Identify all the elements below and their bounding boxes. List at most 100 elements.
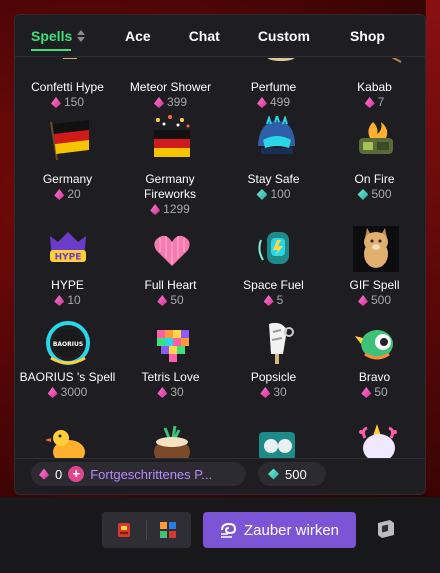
- wallet-bar: 0 + Fortgeschrittenes P... 500: [15, 458, 425, 494]
- spell-card[interactable]: Meteor Shower 399: [119, 80, 222, 112]
- gem-icon: [256, 189, 268, 200]
- upgrade-link[interactable]: Fortgeschrittenes P...: [90, 467, 212, 482]
- bits-icon: [260, 387, 271, 398]
- germany-fireworks-art: [150, 114, 194, 162]
- tab-ace[interactable]: Ace: [125, 15, 151, 57]
- spell-card[interactable]: Germany 20: [16, 172, 119, 204]
- spell-card[interactable]: Kabab 7: [323, 80, 425, 112]
- tetris-love-art: [151, 324, 193, 364]
- gif-spell-art: [353, 226, 399, 272]
- spell-price-value: 5: [276, 293, 284, 307]
- spell-price-value: 20: [67, 187, 81, 201]
- bits-icon: [39, 468, 49, 480]
- spell-card[interactable]: Stay Safe 100: [222, 172, 325, 204]
- full-heart-art: [152, 230, 192, 270]
- tab-bar: Spells Ace Chat Custom Shop: [15, 15, 425, 57]
- spell-price-value: 100: [270, 187, 291, 201]
- bits-icon: [256, 97, 267, 108]
- spell-price: 499: [256, 95, 290, 110]
- spell-card[interactable]: BAORIUS 's Spell 3000: [16, 370, 119, 402]
- popsicle-art: [259, 320, 299, 366]
- kabab-art: [375, 58, 405, 64]
- spell-card[interactable]: On Fire 500: [323, 172, 425, 204]
- spell-price-value: 500: [370, 293, 392, 307]
- spell-name: Germany: [42, 172, 93, 186]
- spell-card[interactable]: Perfume 499: [222, 80, 325, 112]
- bits-icon: [361, 387, 372, 398]
- spell-card[interactable]: Tetris Love 30: [119, 370, 222, 402]
- spell-price: 500: [357, 187, 392, 202]
- spell-name: Popsicle: [250, 370, 297, 384]
- spell-card[interactable]: Full Heart 50: [119, 278, 222, 310]
- bits-wallet[interactable]: 0 + Fortgeschrittenes P...: [31, 462, 246, 486]
- spell-card[interactable]: Germany Fireworks 1299: [133, 172, 207, 219]
- chat-input-area: Zauber wirken: [0, 497, 440, 573]
- bits-balance: 0: [55, 466, 63, 482]
- stream-background-edge: [426, 0, 440, 497]
- spell-card[interactable]: Popsicle 30: [222, 370, 325, 402]
- tab-ace-label: Ace: [125, 27, 151, 44]
- bravo-art: [355, 324, 399, 364]
- extension-icon-group: [102, 512, 191, 548]
- cast-spell-button[interactable]: Zauber wirken: [203, 512, 356, 548]
- bits-icon: [263, 295, 274, 306]
- spell-price: 30: [157, 385, 184, 400]
- spell-name: Stay Safe: [247, 172, 300, 186]
- germany-flag-art: [45, 118, 91, 162]
- spell-price-value: 150: [63, 95, 85, 109]
- spell-price: 100: [256, 187, 291, 202]
- perfume-art: [261, 58, 301, 62]
- spell-price-value: 50: [374, 385, 388, 399]
- spell-price: 5: [263, 293, 284, 308]
- spell-name: Germany Fireworks: [143, 172, 196, 201]
- sort-icon[interactable]: [76, 29, 86, 43]
- spell-name: Bravo: [358, 370, 391, 384]
- spell-card[interactable]: Confetti Hype 150: [16, 80, 119, 112]
- spell-name: On Fire: [354, 172, 395, 186]
- spell-card[interactable]: GIF Spell 500: [323, 278, 425, 310]
- spell-name: BAORIUS 's Spell: [19, 370, 116, 384]
- spell-name: Kabab: [357, 80, 392, 94]
- spell-card[interactable]: HYPE 10: [16, 278, 119, 310]
- coconut-drink-art: [149, 424, 195, 458]
- spell-price: 50: [157, 293, 184, 308]
- spell-name: Confetti Hype: [31, 80, 104, 94]
- tab-chat-label: Chat: [188, 27, 220, 44]
- gem-icon: [357, 189, 369, 200]
- on-fire-art: [353, 116, 399, 160]
- spell-card[interactable]: Space Fuel 5: [222, 278, 325, 310]
- cast-icon: [220, 522, 236, 538]
- spells-panel: Spells Ace Chat Custom Shop Confetti Hyp…: [14, 14, 426, 495]
- extension-app-icon[interactable]: [114, 520, 134, 540]
- baorius-art: BAORIUS: [43, 320, 93, 366]
- tab-spells-label: Spells: [31, 27, 73, 44]
- gem-icon: [268, 468, 279, 480]
- tab-custom[interactable]: Custom: [258, 15, 310, 57]
- spells-app-icon[interactable]: [158, 520, 178, 540]
- spell-price: 10: [54, 293, 81, 308]
- bits-icon: [153, 97, 164, 108]
- stay-safe-art: [253, 112, 299, 160]
- bits-icon: [54, 295, 65, 306]
- tab-custom-label: Custom: [257, 27, 310, 44]
- spell-name: HYPE: [51, 278, 84, 292]
- extension-puzzle-icon[interactable]: [374, 517, 398, 541]
- tab-chat[interactable]: Chat: [189, 15, 220, 57]
- tab-shop-label: Shop: [349, 27, 385, 44]
- spell-price-value: 3000: [60, 385, 88, 399]
- spell-grid: Confetti Hype 150 Meteor Shower 399 Perf…: [15, 58, 425, 458]
- spell-card[interactable]: Bravo 50: [323, 370, 425, 402]
- bits-icon: [50, 97, 61, 108]
- bits-icon: [157, 295, 168, 306]
- tab-shop[interactable]: Shop: [350, 15, 385, 57]
- divider: [146, 520, 147, 540]
- spell-price-value: 399: [166, 95, 188, 109]
- tab-spells[interactable]: Spells: [31, 15, 89, 57]
- bits-icon: [357, 295, 368, 306]
- hype-art: HYPE: [44, 228, 92, 272]
- plus-icon[interactable]: +: [68, 466, 85, 482]
- spell-price-value: 30: [273, 385, 287, 399]
- gems-wallet[interactable]: 500: [258, 462, 326, 486]
- spell-name: Space Fuel: [243, 278, 304, 292]
- spell-price: 399: [153, 95, 188, 110]
